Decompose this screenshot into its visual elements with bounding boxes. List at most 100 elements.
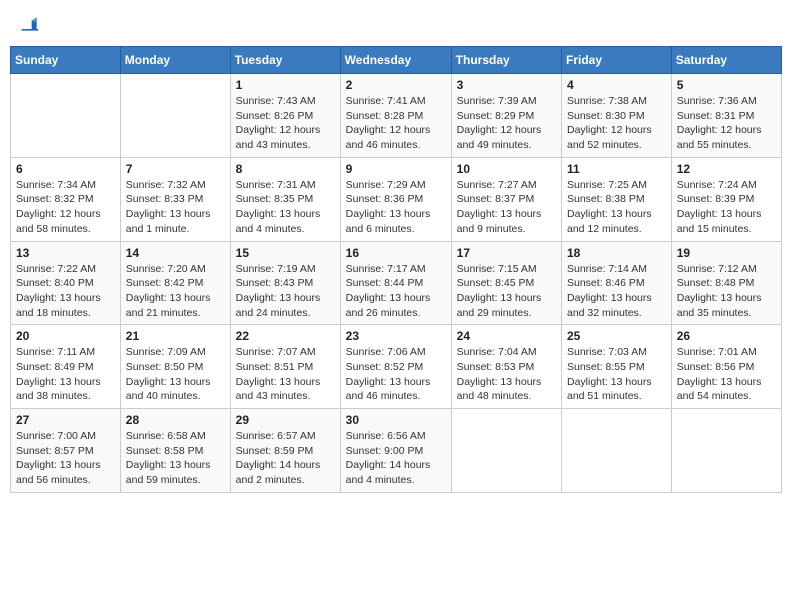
page-header: [10, 10, 782, 38]
day-detail: Sunrise: 6:58 AMSunset: 8:58 PMDaylight:…: [126, 429, 225, 488]
day-number: 12: [677, 162, 776, 176]
calendar-cell: 17 Sunrise: 7:15 AMSunset: 8:45 PMDayligh…: [451, 241, 561, 325]
col-header-tuesday: Tuesday: [230, 47, 340, 74]
calendar-cell: 24Sunrise: 7:04 AMSunset: 8:53 PMDayligh…: [451, 325, 561, 409]
day-detail: Sunrise: 6:57 AMSunset: 8:59 PMDaylight:…: [236, 429, 335, 488]
day-detail: Sunrise: 7:03 AMSunset: 8:55 PMDaylight:…: [567, 345, 666, 404]
day-number: 4: [567, 78, 666, 92]
day-detail: Sunrise: 6:56 AMSunset: 9:00 PMDaylight:…: [346, 429, 446, 488]
day-number: 10: [457, 162, 556, 176]
calendar-cell: 21 Sunrise: 7:09 AMSunset: 8:50 PMDayligh…: [120, 325, 230, 409]
day-number: 16: [346, 246, 446, 260]
col-header-friday: Friday: [562, 47, 672, 74]
day-number: 13: [16, 246, 115, 260]
day-detail: Sunrise: 7:06 AMSunset: 8:52 PMDaylight:…: [346, 345, 446, 404]
calendar-cell: 1 Sunrise: 7:43 AMSunset: 8:26 PMDaylight…: [230, 74, 340, 158]
day-detail: Sunrise: 7:00 AMSunset: 8:57 PMDaylight:…: [16, 429, 115, 488]
calendar-cell: [451, 409, 561, 493]
day-number: 27: [16, 413, 115, 427]
calendar-cell: 10Sunrise: 7:27 AMSunset: 8:37 PMDayligh…: [451, 157, 561, 241]
day-detail: Sunrise: 7:01 AMSunset: 8:56 PMDaylight:…: [677, 345, 776, 404]
day-number: 21: [126, 329, 225, 343]
day-number: 17: [457, 246, 556, 260]
week-row-4: 27 Sunrise: 7:00 AMSunset: 8:57 PMDayligh…: [11, 409, 782, 493]
calendar-cell: 27 Sunrise: 7:00 AMSunset: 8:57 PMDayligh…: [11, 409, 121, 493]
day-detail: Sunrise: 7:25 AMSunset: 8:38 PMDaylight:…: [567, 178, 666, 237]
calendar-cell: 12 Sunrise: 7:24 AMSunset: 8:39 PMDayligh…: [671, 157, 781, 241]
calendar-cell: 13 Sunrise: 7:22 AMSunset: 8:40 PMDayligh…: [11, 241, 121, 325]
day-detail: Sunrise: 7:39 AMSunset: 8:29 PMDaylight:…: [457, 94, 556, 153]
calendar-cell: 11 Sunrise: 7:25 AMSunset: 8:38 PMDayligh…: [562, 157, 672, 241]
day-detail: Sunrise: 7:29 AMSunset: 8:36 PMDaylight:…: [346, 178, 446, 237]
col-header-saturday: Saturday: [671, 47, 781, 74]
calendar-cell: 9 Sunrise: 7:29 AMSunset: 8:36 PMDaylight…: [340, 157, 451, 241]
calendar-cell: 15 Sunrise: 7:19 AMSunset: 8:43 PMDayligh…: [230, 241, 340, 325]
day-detail: Sunrise: 7:34 AMSunset: 8:32 PMDaylight:…: [16, 178, 115, 237]
calendar-cell: 26 Sunrise: 7:01 AMSunset: 8:56 PMDayligh…: [671, 325, 781, 409]
day-detail: Sunrise: 7:31 AMSunset: 8:35 PMDaylight:…: [236, 178, 335, 237]
day-number: 1: [236, 78, 335, 92]
day-detail: Sunrise: 7:11 AMSunset: 8:49 PMDaylight:…: [16, 345, 115, 404]
day-number: 25: [567, 329, 666, 343]
calendar-cell: 8 Sunrise: 7:31 AMSunset: 8:35 PMDaylight…: [230, 157, 340, 241]
calendar-cell: 5 Sunrise: 7:36 AMSunset: 8:31 PMDaylight…: [671, 74, 781, 158]
calendar-cell: 7 Sunrise: 7:32 AMSunset: 8:33 PMDaylight…: [120, 157, 230, 241]
col-header-thursday: Thursday: [451, 47, 561, 74]
calendar-cell: 6 Sunrise: 7:34 AMSunset: 8:32 PMDaylight…: [11, 157, 121, 241]
calendar-cell: 19Sunrise: 7:12 AMSunset: 8:48 PMDayligh…: [671, 241, 781, 325]
calendar-cell: 16 Sunrise: 7:17 AMSunset: 8:44 PMDayligh…: [340, 241, 451, 325]
day-detail: Sunrise: 7:32 AMSunset: 8:33 PMDaylight:…: [126, 178, 225, 237]
day-number: 28: [126, 413, 225, 427]
calendar-cell: 18 Sunrise: 7:14 AMSunset: 8:46 PMDayligh…: [562, 241, 672, 325]
calendar-cell: 14 Sunrise: 7:20 AMSunset: 8:42 PMDayligh…: [120, 241, 230, 325]
day-detail: Sunrise: 7:14 AMSunset: 8:46 PMDaylight:…: [567, 262, 666, 321]
calendar-cell: [120, 74, 230, 158]
col-header-wednesday: Wednesday: [340, 47, 451, 74]
day-detail: Sunrise: 7:20 AMSunset: 8:42 PMDaylight:…: [126, 262, 225, 321]
logo: [18, 14, 40, 34]
week-row-3: 20 Sunrise: 7:11 AMSunset: 8:49 PMDayligh…: [11, 325, 782, 409]
day-number: 3: [457, 78, 556, 92]
calendar-cell: 2 Sunrise: 7:41 AMSunset: 8:28 PMDaylight…: [340, 74, 451, 158]
day-detail: Sunrise: 7:17 AMSunset: 8:44 PMDaylight:…: [346, 262, 446, 321]
day-number: 7: [126, 162, 225, 176]
calendar-cell: 22Sunrise: 7:07 AMSunset: 8:51 PMDayligh…: [230, 325, 340, 409]
day-number: 26: [677, 329, 776, 343]
calendar-cell: [11, 74, 121, 158]
day-detail: Sunrise: 7:22 AMSunset: 8:40 PMDaylight:…: [16, 262, 115, 321]
day-number: 30: [346, 413, 446, 427]
day-detail: Sunrise: 7:36 AMSunset: 8:31 PMDaylight:…: [677, 94, 776, 153]
day-number: 23: [346, 329, 446, 343]
day-number: 15: [236, 246, 335, 260]
day-number: 5: [677, 78, 776, 92]
day-number: 8: [236, 162, 335, 176]
day-number: 6: [16, 162, 115, 176]
day-detail: Sunrise: 7:15 AMSunset: 8:45 PMDaylight:…: [457, 262, 556, 321]
calendar-cell: 4 Sunrise: 7:38 AMSunset: 8:30 PMDaylight…: [562, 74, 672, 158]
col-header-sunday: Sunday: [11, 47, 121, 74]
day-detail: Sunrise: 7:38 AMSunset: 8:30 PMDaylight:…: [567, 94, 666, 153]
day-detail: Sunrise: 7:43 AMSunset: 8:26 PMDaylight:…: [236, 94, 335, 153]
day-number: 11: [567, 162, 666, 176]
calendar-table: SundayMondayTuesdayWednesdayThursdayFrid…: [10, 46, 782, 493]
day-number: 29: [236, 413, 335, 427]
day-number: 2: [346, 78, 446, 92]
calendar-cell: 25 Sunrise: 7:03 AMSunset: 8:55 PMDayligh…: [562, 325, 672, 409]
day-number: 22: [236, 329, 335, 343]
day-number: 24: [457, 329, 556, 343]
day-detail: Sunrise: 7:19 AMSunset: 8:43 PMDaylight:…: [236, 262, 335, 321]
day-number: 14: [126, 246, 225, 260]
col-header-monday: Monday: [120, 47, 230, 74]
calendar-cell: 29 Sunrise: 6:57 AMSunset: 8:59 PMDayligh…: [230, 409, 340, 493]
day-detail: Sunrise: 7:09 AMSunset: 8:50 PMDaylight:…: [126, 345, 225, 404]
calendar-cell: 28 Sunrise: 6:58 AMSunset: 8:58 PMDayligh…: [120, 409, 230, 493]
day-detail: Sunrise: 7:24 AMSunset: 8:39 PMDaylight:…: [677, 178, 776, 237]
calendar-cell: [671, 409, 781, 493]
day-number: 9: [346, 162, 446, 176]
day-detail: Sunrise: 7:41 AMSunset: 8:28 PMDaylight:…: [346, 94, 446, 153]
day-number: 19: [677, 246, 776, 260]
calendar-cell: [562, 409, 672, 493]
calendar-cell: 3 Sunrise: 7:39 AMSunset: 8:29 PMDaylight…: [451, 74, 561, 158]
day-number: 20: [16, 329, 115, 343]
day-number: 18: [567, 246, 666, 260]
